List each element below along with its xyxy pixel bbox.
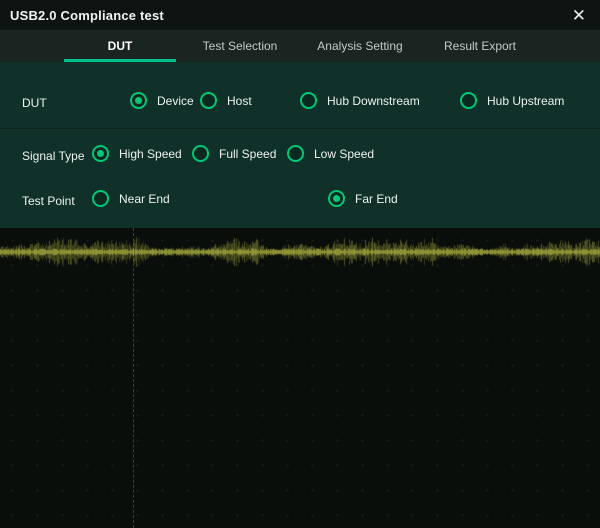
waveform-display bbox=[0, 228, 600, 284]
radio-hub-downstream[interactable]: Hub Downstream bbox=[300, 92, 420, 109]
row-label-dut: DUT bbox=[22, 96, 47, 110]
radio-full-speed[interactable]: Full Speed bbox=[192, 145, 276, 162]
radio-label: Near End bbox=[119, 192, 170, 206]
radio-label: Full Speed bbox=[219, 147, 276, 161]
radio-button-icon bbox=[287, 145, 304, 162]
radio-label: Hub Downstream bbox=[327, 94, 420, 108]
radio-label: Far End bbox=[355, 192, 398, 206]
cursor-dashed-line bbox=[133, 228, 134, 528]
divider bbox=[0, 128, 600, 129]
title-bar: USB2.0 Compliance test ✕ bbox=[0, 0, 600, 30]
tab-bar: DUT Test Selection Analysis Setting Resu… bbox=[0, 30, 600, 62]
tab-label: DUT bbox=[108, 39, 133, 53]
tab-label: Test Selection bbox=[203, 39, 278, 53]
radio-near-end[interactable]: Near End bbox=[92, 190, 170, 207]
dialog-title: USB2.0 Compliance test bbox=[10, 8, 164, 23]
tab-label: Analysis Setting bbox=[317, 39, 402, 53]
radio-label: High Speed bbox=[119, 147, 182, 161]
radio-label: Device bbox=[157, 94, 194, 108]
form-row-signal-type: Signal Type High Speed Full Speed Low Sp… bbox=[0, 145, 600, 167]
radio-hub-upstream[interactable]: Hub Upstream bbox=[460, 92, 564, 109]
radio-button-icon bbox=[92, 145, 109, 162]
tab-result-export[interactable]: Result Export bbox=[420, 30, 540, 62]
radio-host[interactable]: Host bbox=[200, 92, 252, 109]
form-row-test-point: Test Point Near End Far End bbox=[0, 190, 600, 212]
form-row-dut: DUT Device Host Hub Downstream Hub Upstr… bbox=[0, 92, 600, 114]
radio-button-icon bbox=[460, 92, 477, 109]
row-label-test-point: Test Point bbox=[22, 194, 75, 208]
radio-button-icon bbox=[192, 145, 209, 162]
row-label-signal-type: Signal Type bbox=[22, 149, 85, 163]
radio-button-icon bbox=[200, 92, 217, 109]
radio-device[interactable]: Device bbox=[130, 92, 194, 109]
radio-label: Low Speed bbox=[314, 147, 374, 161]
tab-dut[interactable]: DUT bbox=[60, 30, 180, 62]
scope-display-area bbox=[0, 228, 600, 528]
radio-label: Hub Upstream bbox=[487, 94, 564, 108]
tab-analysis-setting[interactable]: Analysis Setting bbox=[300, 30, 420, 62]
close-icon[interactable]: ✕ bbox=[568, 5, 590, 26]
radio-button-icon bbox=[328, 190, 345, 207]
radio-low-speed[interactable]: Low Speed bbox=[287, 145, 374, 162]
radio-button-icon bbox=[130, 92, 147, 109]
tab-label: Result Export bbox=[444, 39, 516, 53]
radio-button-icon bbox=[300, 92, 317, 109]
radio-far-end[interactable]: Far End bbox=[328, 190, 398, 207]
tab-test-selection[interactable]: Test Selection bbox=[180, 30, 300, 62]
dialog-body: DUT Device Host Hub Downstream Hub Upstr… bbox=[0, 62, 600, 228]
radio-high-speed[interactable]: High Speed bbox=[92, 145, 182, 162]
radio-label: Host bbox=[227, 94, 252, 108]
radio-button-icon bbox=[92, 190, 109, 207]
usb-compliance-dialog: USB2.0 Compliance test ✕ DUT Test Select… bbox=[0, 0, 600, 528]
